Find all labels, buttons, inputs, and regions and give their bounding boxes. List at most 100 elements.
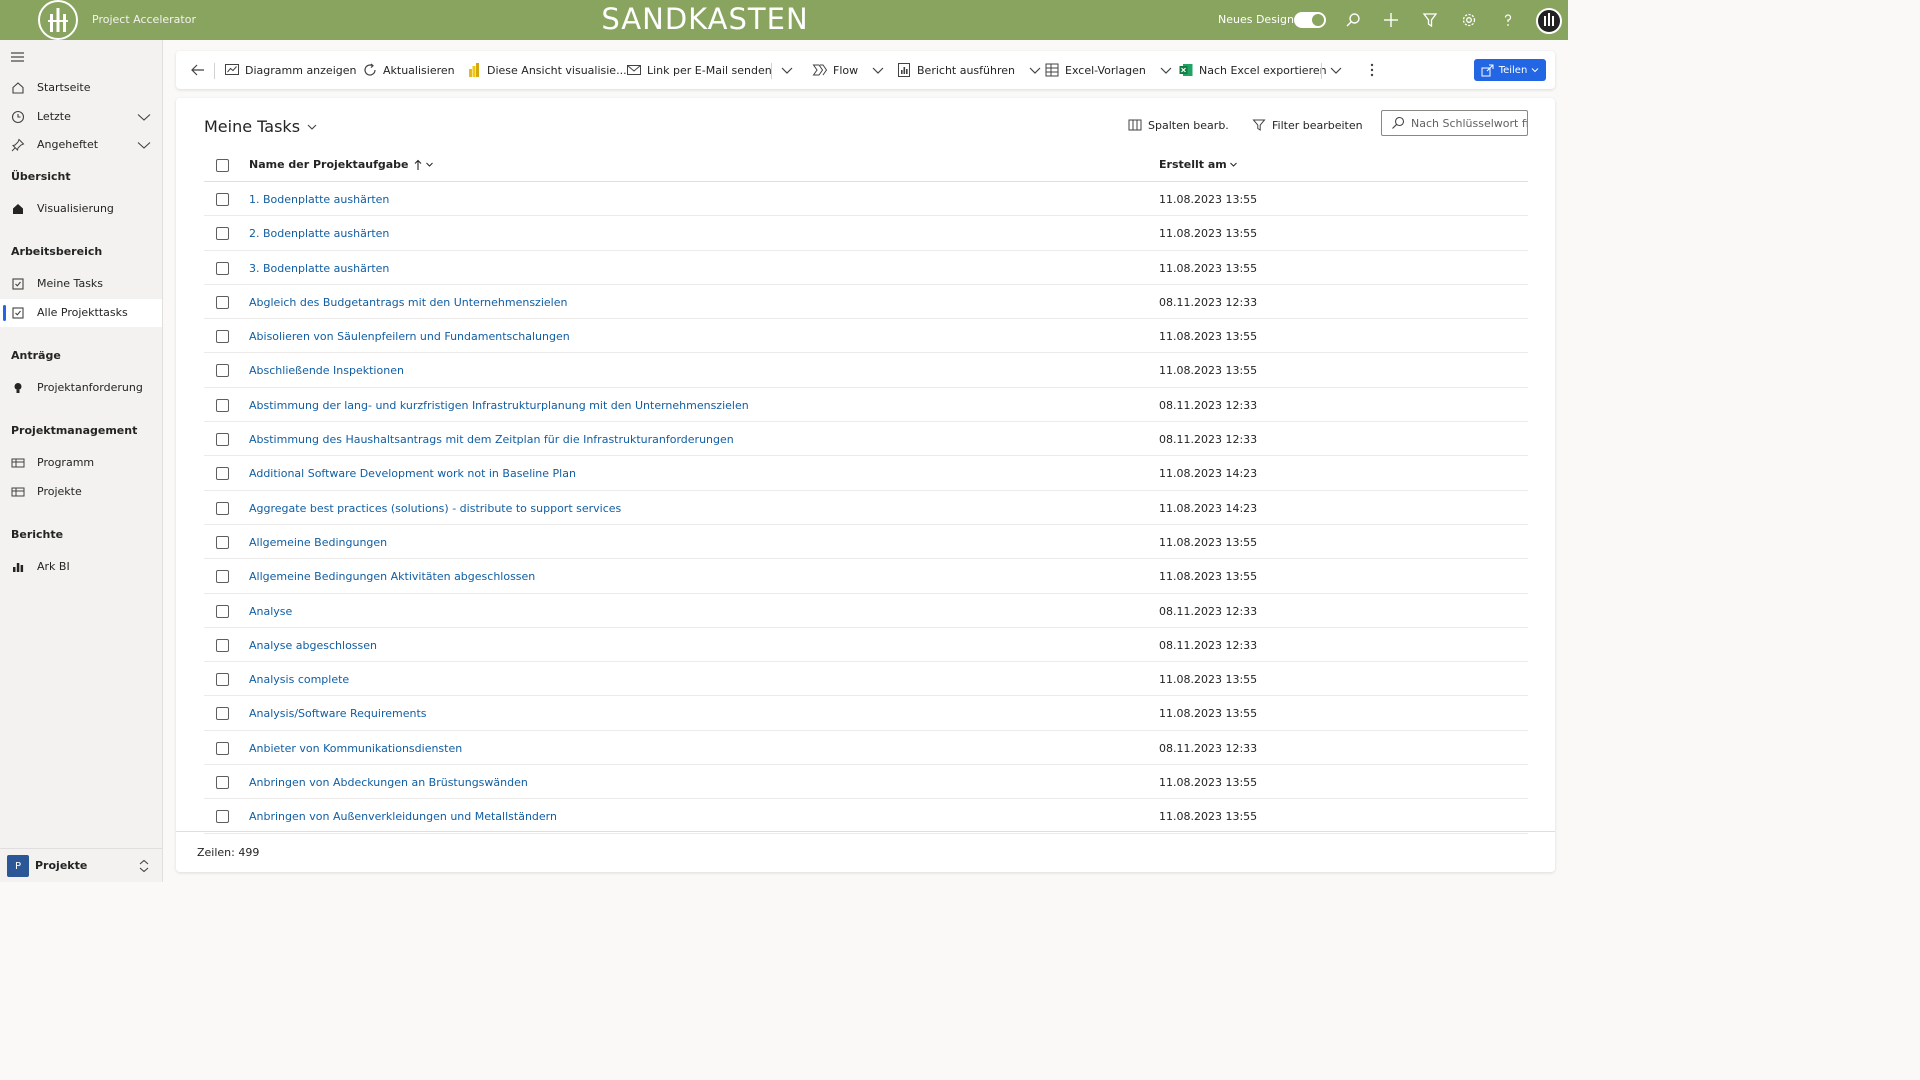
row-checkbox[interactable] bbox=[216, 193, 229, 206]
filter-icon[interactable] bbox=[1420, 10, 1440, 30]
chevron-down-icon[interactable] bbox=[137, 138, 151, 152]
gear-icon[interactable] bbox=[1459, 10, 1479, 30]
sidebar-item-recent[interactable]: Letzte bbox=[0, 103, 162, 131]
task-name-link[interactable]: Anbieter von Kommunikationsdiensten bbox=[249, 742, 462, 755]
row-checkbox[interactable] bbox=[216, 535, 229, 549]
add-icon[interactable] bbox=[1381, 10, 1401, 30]
task-name-link[interactable]: Analyse bbox=[249, 605, 292, 618]
table-row[interactable]: Aggregate best practices (solutions) - d… bbox=[204, 491, 1528, 525]
table-row[interactable]: Anbringen von Abdeckungen an Brüstungswä… bbox=[204, 765, 1528, 800]
task-name-link[interactable]: Allgemeine Bedingungen Aktivitäten abges… bbox=[249, 570, 535, 583]
sidebar-item-home[interactable]: Startseite bbox=[0, 74, 162, 102]
sidebar-item-meine-tasks[interactable]: Meine Tasks bbox=[0, 270, 162, 298]
view-selector[interactable]: Meine Tasks bbox=[204, 117, 318, 136]
flow-button[interactable]: Flow bbox=[812, 51, 886, 89]
search-icon[interactable] bbox=[1343, 10, 1363, 30]
more-commands-dropdown[interactable] bbox=[779, 51, 800, 89]
row-checkbox[interactable] bbox=[216, 261, 229, 275]
table-row[interactable]: Allgemeine Bedingungen 11.08.2023 13:55 bbox=[204, 525, 1528, 560]
row-checkbox[interactable] bbox=[216, 398, 229, 412]
row-checkbox[interactable] bbox=[216, 741, 229, 755]
table-row[interactable]: Abstimmung des Haushaltsantrags mit dem … bbox=[204, 422, 1528, 457]
row-checkbox[interactable] bbox=[216, 227, 229, 241]
row-checkbox[interactable] bbox=[216, 433, 229, 447]
table-row[interactable]: Analysis complete 11.08.2023 13:55 bbox=[204, 662, 1528, 697]
row-checkbox[interactable] bbox=[216, 295, 229, 309]
run-report-button[interactable]: Bericht ausführen bbox=[896, 51, 1043, 89]
row-checkbox[interactable] bbox=[216, 467, 229, 481]
task-name-link[interactable]: Abisolieren von Säulenpfeilern und Funda… bbox=[249, 330, 570, 343]
table-row[interactable]: Abstimmung der lang- und kurzfristigen I… bbox=[204, 388, 1528, 423]
area-switcher[interactable]: P Projekte bbox=[0, 848, 162, 882]
sidebar-item-projekte[interactable]: Projekte bbox=[0, 478, 162, 506]
task-name-link[interactable]: Abstimmung der lang- und kurzfristigen I… bbox=[249, 399, 749, 412]
column-header-created[interactable]: Erstellt am bbox=[1159, 158, 1238, 171]
table-row[interactable]: Analysis/Software Requirements 11.08.2023… bbox=[204, 696, 1528, 731]
row-checkbox[interactable] bbox=[216, 673, 229, 687]
user-avatar[interactable] bbox=[1536, 8, 1562, 34]
column-header-name[interactable]: Name der Projektaufgabe bbox=[249, 158, 434, 171]
task-name-link[interactable]: 3. Bodenplatte aushärten bbox=[249, 262, 389, 275]
task-name-link[interactable]: Analyse abgeschlossen bbox=[249, 639, 377, 652]
chevron-down-icon[interactable] bbox=[1158, 62, 1174, 78]
sidebar-item-ark-bi[interactable]: Ark BI bbox=[0, 553, 162, 581]
sidebar-item-alle-projekttasks[interactable]: Alle Projekttasks bbox=[0, 299, 162, 327]
task-name-link[interactable]: Aggregate best practices (solutions) - d… bbox=[249, 502, 621, 515]
sidebar-item-pinned[interactable]: Angeheftet bbox=[0, 131, 162, 159]
more-options-button[interactable] bbox=[1364, 51, 1385, 89]
hamburger-menu-icon[interactable] bbox=[10, 50, 26, 64]
share-button[interactable]: Teilen bbox=[1474, 59, 1546, 81]
table-row[interactable]: Abschließende Inspektionen 11.08.2023 13:… bbox=[204, 353, 1528, 388]
new-design-toggle[interactable] bbox=[1294, 12, 1326, 28]
task-name-link[interactable]: 1. Bodenplatte aushärten bbox=[249, 193, 389, 206]
table-row[interactable]: 1. Bodenplatte aushärten 11.08.2023 13:55 bbox=[204, 182, 1528, 217]
row-checkbox[interactable] bbox=[216, 604, 229, 618]
excel-templates-button[interactable]: Excel-Vorlagen bbox=[1044, 51, 1174, 89]
show-chart-button[interactable]: Diagramm anzeigen bbox=[224, 51, 356, 89]
refresh-button[interactable]: Aktualisieren bbox=[362, 51, 455, 89]
chevron-down-icon[interactable] bbox=[137, 110, 151, 124]
task-name-link[interactable]: Anbringen von Abdeckungen an Brüstungswä… bbox=[249, 776, 528, 789]
sidebar-item-programm[interactable]: Programm bbox=[0, 449, 162, 477]
export-excel-dropdown[interactable] bbox=[1328, 51, 1349, 89]
edit-filters-button[interactable]: Filter bearbeiten bbox=[1252, 118, 1363, 132]
email-link-button[interactable]: Link per E-Mail senden bbox=[626, 51, 772, 89]
select-all-checkbox[interactable] bbox=[216, 159, 229, 172]
chevron-down-icon[interactable] bbox=[1027, 62, 1043, 78]
row-checkbox[interactable] bbox=[216, 364, 229, 378]
task-name-link[interactable]: Additional Software Development work not… bbox=[249, 467, 576, 480]
row-checkbox[interactable] bbox=[216, 330, 229, 344]
help-icon[interactable] bbox=[1498, 10, 1518, 30]
visualize-view-button[interactable]: Diese Ansicht visualisie... bbox=[466, 51, 627, 89]
row-checkbox[interactable] bbox=[216, 810, 229, 824]
task-name-link[interactable]: Abschließende Inspektionen bbox=[249, 364, 404, 377]
table-row[interactable]: Analyse 08.11.2023 12:33 bbox=[204, 594, 1528, 628]
row-checkbox[interactable] bbox=[216, 501, 229, 515]
row-checkbox[interactable] bbox=[216, 707, 229, 721]
row-checkbox[interactable] bbox=[216, 776, 229, 790]
table-row[interactable]: Abgleich des Budgetantrags mit den Unter… bbox=[204, 285, 1528, 320]
task-name-link[interactable]: Abgleich des Budgetantrags mit den Unter… bbox=[249, 296, 567, 309]
back-button[interactable] bbox=[190, 51, 211, 89]
table-row[interactable]: Anbieter von Kommunikationsdiensten 08.11… bbox=[204, 731, 1528, 766]
table-row[interactable]: Abisolieren von Säulenpfeilern und Funda… bbox=[204, 319, 1528, 354]
export-excel-button[interactable]: Nach Excel exportieren bbox=[1178, 51, 1327, 89]
row-checkbox[interactable] bbox=[216, 638, 229, 652]
table-row[interactable]: Analyse abgeschlossen 08.11.2023 12:33 bbox=[204, 628, 1528, 663]
table-row[interactable]: 2. Bodenplatte aushärten 11.08.2023 13:55 bbox=[204, 216, 1528, 251]
task-name-link[interactable]: Allgemeine Bedingungen bbox=[249, 536, 387, 549]
chevron-down-icon[interactable] bbox=[870, 62, 886, 78]
table-row[interactable]: Allgemeine Bedingungen Aktivitäten abges… bbox=[204, 559, 1528, 594]
table-row[interactable]: Anbringen von Außenverkleidungen und Met… bbox=[204, 799, 1528, 834]
table-row[interactable]: Additional Software Development work not… bbox=[204, 456, 1528, 491]
sidebar-item-projektanforderung[interactable]: Projektanforderung bbox=[0, 374, 162, 402]
task-name-link[interactable]: Anbringen von Außenverkleidungen und Met… bbox=[249, 810, 557, 823]
sidebar-item-visualisierung[interactable]: Visualisierung bbox=[0, 195, 162, 223]
edit-columns-button[interactable]: Spalten bearb. bbox=[1128, 118, 1229, 132]
row-checkbox[interactable] bbox=[216, 570, 229, 584]
task-name-link[interactable]: 2. Bodenplatte aushärten bbox=[249, 227, 389, 240]
task-name-link[interactable]: Abstimmung des Haushaltsantrags mit dem … bbox=[249, 433, 734, 446]
task-name-link[interactable]: Analysis complete bbox=[249, 673, 349, 686]
table-row[interactable]: 3. Bodenplatte aushärten 11.08.2023 13:55 bbox=[204, 251, 1528, 285]
task-name-link[interactable]: Analysis/Software Requirements bbox=[249, 707, 427, 720]
